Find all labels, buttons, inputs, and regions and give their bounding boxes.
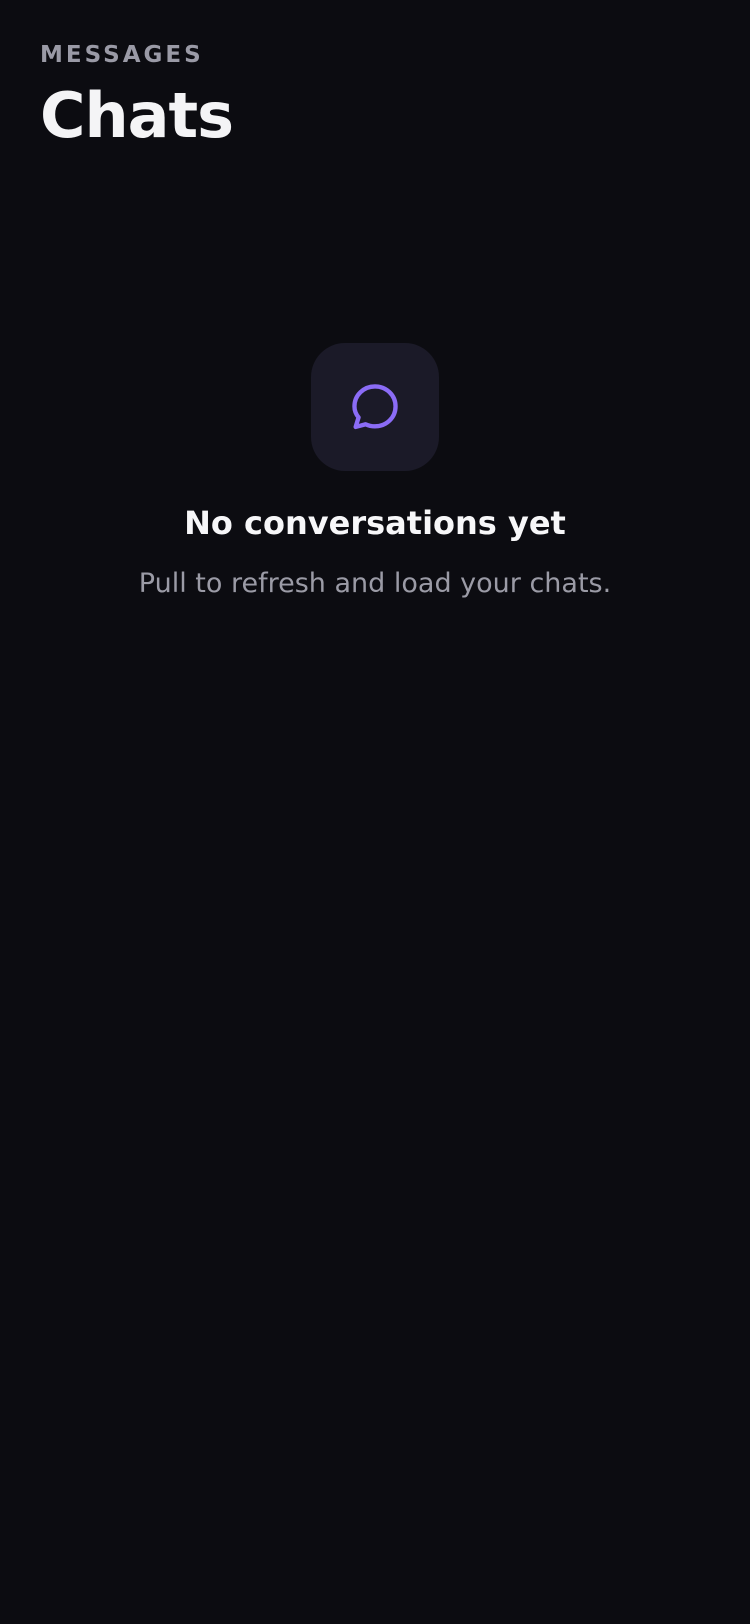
section-eyebrow: MESSAGES [40,42,204,68]
empty-state-title: No conversations yet [184,504,566,542]
chat-bubble-icon [352,384,398,430]
empty-state-subtitle: Pull to refresh and load your chats. [138,568,612,599]
page-title: Chats [40,79,234,152]
screen-header: MESSAGES Chats [40,38,234,156]
empty-state-icon-tile [311,343,439,471]
empty-state: No conversations yet Pull to refresh and… [0,343,750,603]
